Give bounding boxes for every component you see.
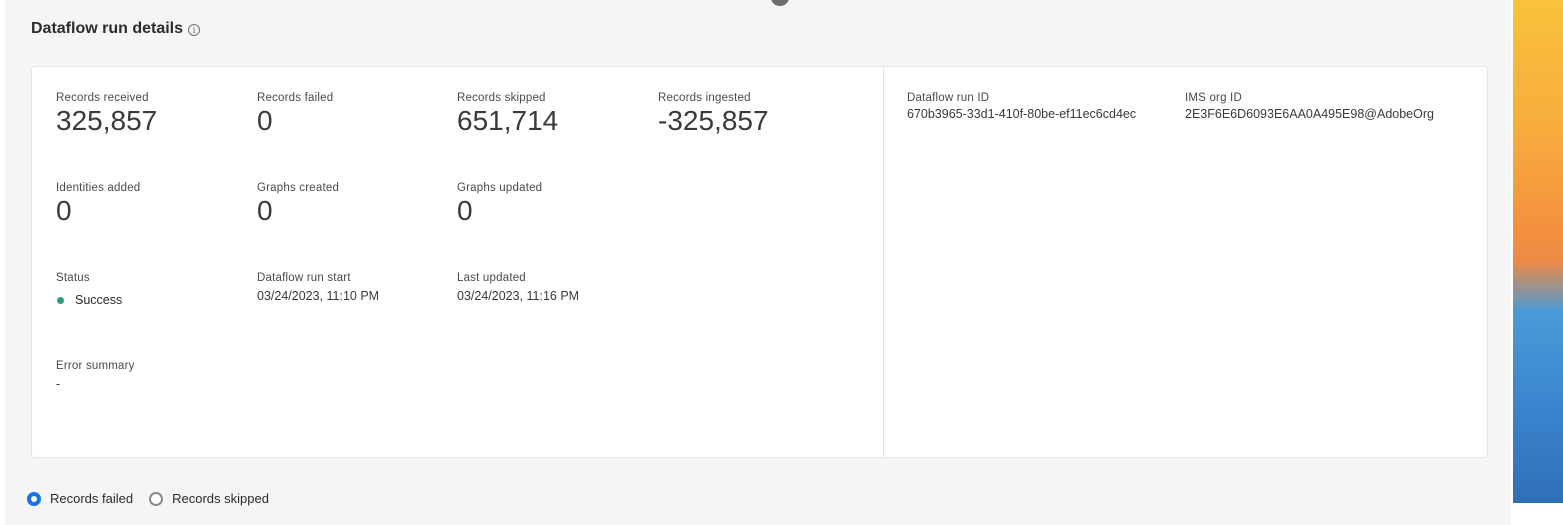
ims-org-value[interactable]: 2E3F6E6D6093E6AA0A495E98@AdobeOrg	[1185, 107, 1434, 121]
card-divider	[883, 67, 884, 457]
last-updated-label: Last updated	[457, 272, 526, 284]
last-updated-value: 03/24/2023, 11:16 PM	[457, 289, 580, 303]
metric-label: Records failed	[257, 92, 334, 104]
metric-label: Graphs created	[257, 182, 340, 194]
status-label: Status	[56, 272, 90, 284]
metric-label: Graphs updated	[457, 182, 543, 194]
ims-org-label: IMS org ID	[1185, 92, 1242, 104]
radio-records-failed[interactable]: Records failed	[27, 491, 133, 506]
run-start-label: Dataflow run start	[257, 272, 351, 284]
metric-value: 325,857	[56, 105, 158, 136]
info-icon[interactable]: i	[188, 23, 201, 36]
metric-records-failed: Records failed 0	[257, 92, 333, 137]
metric-label: Records ingested	[658, 92, 751, 104]
status-value: Success	[75, 293, 123, 307]
dataflow-run-details-panel: Dataflow run details i Records received …	[5, 0, 1511, 525]
radio-records-skipped[interactable]: Records skipped	[149, 491, 269, 506]
metric-records-ingested: Records ingested -325,857	[658, 92, 769, 137]
metric-value: 0	[457, 195, 473, 226]
page-title: Dataflow run details	[31, 20, 184, 37]
metric-label: Identities added	[56, 182, 141, 194]
metric-records-received: Records received 325,857	[56, 92, 157, 137]
radio-label[interactable]: Records skipped	[172, 491, 269, 506]
run-start-field: Dataflow run start 03/24/2023, 11:10 PM	[257, 272, 379, 303]
desktop-background-strip	[1513, 0, 1563, 503]
status-field: Status Success	[56, 272, 122, 307]
last-updated-field: Last updated 03/24/2023, 11:16 PM	[457, 272, 579, 303]
radio-checked-icon[interactable]	[27, 491, 41, 506]
metric-label: Records received	[56, 92, 149, 104]
status-dot-icon	[57, 296, 64, 304]
metric-value: 0	[257, 195, 273, 226]
error-summary-value: -	[56, 377, 61, 391]
metric-identities-added: Identities added 0	[56, 182, 140, 227]
metric-value: 651,714	[457, 105, 559, 136]
error-summary-label: Error summary	[56, 360, 135, 372]
metric-records-skipped: Records skipped 651,714	[457, 92, 558, 137]
run-id-value[interactable]: 670b3965-33d1-410f-80be-ef11ec6cd4ec	[907, 107, 1136, 121]
drag-handle[interactable]	[771, 0, 789, 6]
status-value-row: Success	[56, 293, 122, 307]
radio-label[interactable]: Records failed	[50, 491, 133, 506]
run-start-value: 03/24/2023, 11:10 PM	[257, 289, 380, 303]
run-details-card: Records received 325,857 Records failed …	[31, 66, 1488, 458]
metric-graphs-created: Graphs created 0	[257, 182, 339, 227]
metric-value: 0	[56, 195, 72, 226]
metric-value: 0	[257, 105, 273, 136]
metric-label: Records skipped	[457, 92, 546, 104]
ims-org-field: IMS org ID 2E3F6E6D6093E6AA0A495E98@Adob…	[1185, 92, 1434, 121]
radio-unchecked-icon[interactable]	[149, 491, 164, 506]
section-header: Dataflow run details i	[31, 20, 201, 38]
records-filter-radio-group: Records failed Records skipped	[27, 491, 285, 506]
metric-value: -325,857	[658, 105, 769, 136]
error-summary-field: Error summary -	[56, 360, 135, 391]
metric-graphs-updated: Graphs updated 0	[457, 182, 542, 227]
run-id-label: Dataflow run ID	[907, 92, 990, 104]
run-id-field: Dataflow run ID 670b3965-33d1-410f-80be-…	[907, 92, 1136, 121]
